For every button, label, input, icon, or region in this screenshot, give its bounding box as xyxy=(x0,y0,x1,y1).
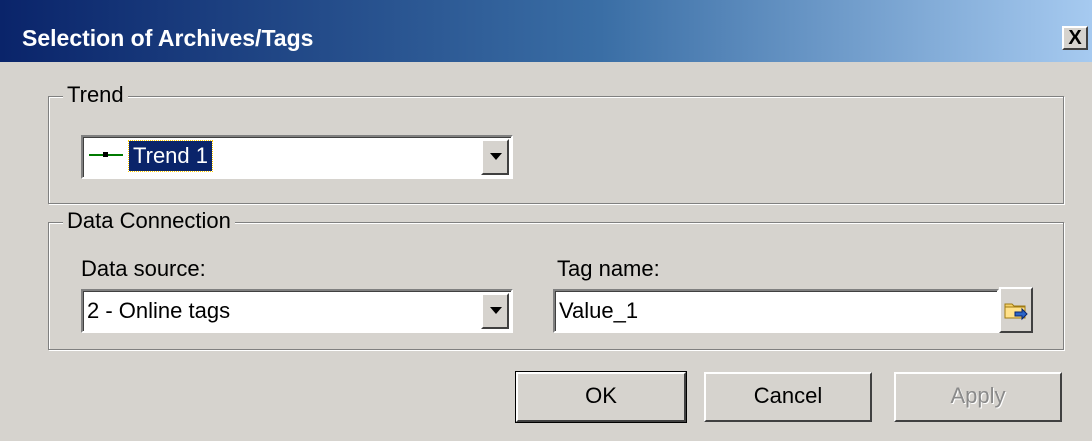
tag-name-label: Tag name: xyxy=(557,256,660,281)
trend-group-label: Trend xyxy=(63,81,128,109)
tag-name-input[interactable]: Value_1 xyxy=(553,289,999,333)
folder-browse-icon xyxy=(1004,303,1028,321)
ok-button[interactable]: OK xyxy=(515,371,687,423)
dialog-title: Selection of Archives/Tags xyxy=(22,25,314,51)
chevron-down-icon[interactable] xyxy=(481,139,509,175)
data-connection-group: Data Connection Data source: 2 - Online … xyxy=(48,207,1064,350)
data-source-select[interactable]: 2 - Online tags xyxy=(81,289,513,333)
data-connection-group-label: Data Connection xyxy=(63,207,235,235)
browse-tag-button[interactable] xyxy=(999,287,1033,333)
trend-line-icon xyxy=(89,152,123,157)
cancel-button[interactable]: Cancel xyxy=(704,372,872,422)
title-bar[interactable]: Selection of Archives/Tags X xyxy=(0,0,1092,62)
data-source-label: Data source: xyxy=(81,256,206,281)
selection-dialog: Selection of Archives/Tags X Trend Trend… xyxy=(0,0,1092,441)
apply-button[interactable]: Apply xyxy=(894,372,1062,422)
data-source-value: 2 - Online tags xyxy=(87,298,231,323)
trend-group: Trend Trend 1 xyxy=(48,81,1064,204)
chevron-down-icon[interactable] xyxy=(481,293,509,329)
tag-name-value: Value_1 xyxy=(559,298,639,323)
trend-select-value: Trend 1 xyxy=(127,140,214,172)
close-button[interactable]: X xyxy=(1062,26,1088,50)
close-icon: X xyxy=(1068,27,1082,49)
trend-select[interactable]: Trend 1 xyxy=(81,135,513,179)
